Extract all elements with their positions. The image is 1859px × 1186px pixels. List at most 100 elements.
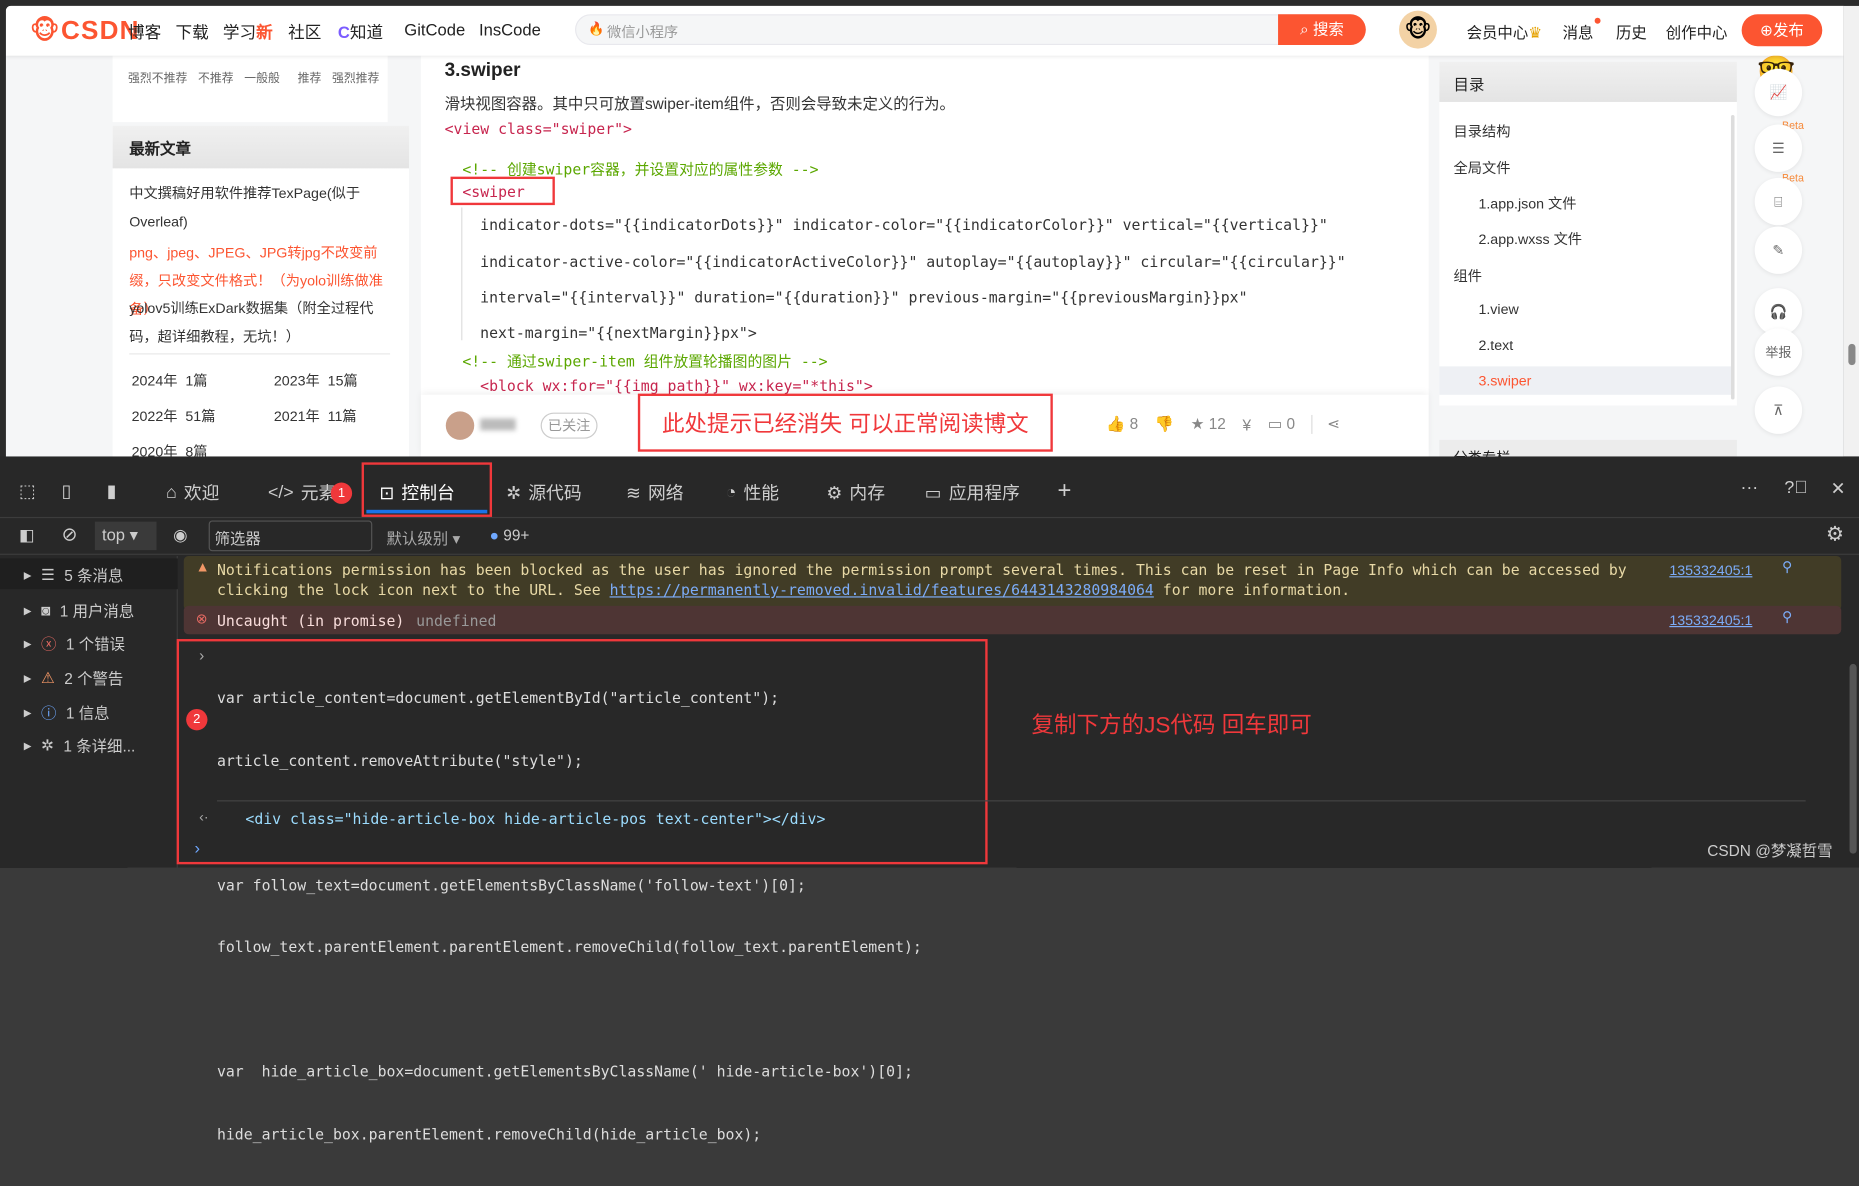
nav-blog[interactable]: 博客: [128, 20, 161, 44]
error-icon: ⓧ: [40, 635, 57, 654]
tab-application[interactable]: ▭ 应用程序: [925, 480, 1020, 505]
recent-article-link[interactable]: yolov5训练ExDark数据集（附全过程代码，超详细教程，无坑！）: [129, 294, 396, 351]
clear-console-icon[interactable]: ⊘: [62, 523, 78, 547]
source-link[interactable]: 135332405:1: [1669, 612, 1752, 629]
dock-icon[interactable]: ▮: [107, 480, 117, 501]
tab-welcome[interactable]: ⌂ 欢迎: [166, 480, 219, 505]
search-box[interactable]: 🔥 微信小程序 ⌕ 搜索: [575, 14, 1366, 46]
rating-option[interactable]: 不推荐: [198, 68, 234, 85]
warning-link[interactable]: https://permanently-removed.invalid/feat…: [610, 581, 1154, 599]
sidebar-info[interactable]: ▸ ⓘ 1 信息: [24, 701, 110, 724]
archive-link[interactable]: 2023年 15篇: [274, 370, 358, 390]
toc-item[interactable]: 目录结构: [1454, 121, 1511, 141]
page-scrollbar[interactable]: [1843, 5, 1859, 457]
tab-elements[interactable]: </> 元素: [268, 480, 336, 505]
nav-learn[interactable]: 学习新: [223, 20, 273, 44]
nav-gitcode[interactable]: GitCode: [404, 20, 465, 39]
nav-messages[interactable]: 消息: [1563, 20, 1594, 43]
favorite-button[interactable]: ★ 12: [1191, 415, 1226, 434]
rating-option[interactable]: 强烈推荐: [332, 68, 379, 85]
context-select[interactable]: top ▾: [94, 521, 157, 551]
dislike-icon[interactable]: 👎: [1155, 415, 1174, 434]
add-tab-icon[interactable]: +: [1058, 478, 1072, 505]
search-icon[interactable]: ⚲: [1782, 608, 1792, 625]
nav-zhidao[interactable]: C知道: [338, 20, 383, 44]
reward-icon[interactable]: ¥: [1242, 416, 1251, 434]
archive-link[interactable]: 2020年 8篇: [132, 441, 208, 456]
nav-download[interactable]: 下载: [175, 20, 208, 44]
more-icon[interactable]: ···: [1740, 478, 1758, 498]
rating-option[interactable]: 强烈不推荐: [128, 68, 187, 85]
nav-label: 会员中心: [1466, 23, 1529, 42]
toc-scrollbar[interactable]: [1730, 115, 1735, 400]
code-line: <view class="swiper">: [444, 119, 632, 138]
sidebar-errors[interactable]: ▸ ⓧ 1 个错误: [24, 632, 125, 655]
device-icon[interactable]: ▯: [62, 480, 72, 501]
tab-sources[interactable]: ✲ 源代码: [506, 480, 581, 505]
author-avatar[interactable]: [445, 411, 475, 440]
toc-item[interactable]: 组件: [1454, 266, 1482, 286]
toc-item[interactable]: 全局文件: [1454, 158, 1511, 178]
archive-link[interactable]: 2021年 11篇: [274, 405, 357, 425]
sidebar-all-messages[interactable]: ▸ ☰ 5 条消息: [24, 563, 124, 586]
eye-icon[interactable]: ◉: [173, 525, 187, 545]
tab-performance[interactable]: ◔ 性能: [726, 480, 779, 505]
recent-article-link[interactable]: 中文撰稿好用软件推荐TexPage(似于Overleaf): [129, 179, 390, 236]
tab-memory[interactable]: ⚙ 内存: [826, 480, 885, 505]
rating-option[interactable]: 推荐: [298, 68, 322, 85]
nav-community[interactable]: 社区: [288, 20, 321, 44]
archive-link[interactable]: 2024年 1篇: [132, 370, 208, 390]
publish-button[interactable]: ⊕发布: [1741, 14, 1823, 47]
csdn-header: 🐵CSDN 博客 下载 学习新 社区 C知道 GitCode InsCode 🔥…: [5, 5, 1844, 56]
toc-item[interactable]: 2.app.wxss 文件: [1478, 229, 1582, 249]
inspect-icon[interactable]: ⬚: [19, 480, 36, 501]
console-prompt[interactable]: ›: [194, 838, 200, 857]
sidebar-toggle-icon[interactable]: ◧: [19, 525, 35, 545]
rating-option[interactable]: 一般般: [244, 68, 280, 85]
toc-item[interactable]: 1.view: [1478, 301, 1518, 318]
search-icon[interactable]: ⚲: [1782, 558, 1792, 575]
console-sidebar: ▸ ☰ 5 条消息 ▸ ◙ 1 用户消息 ▸ ⓧ 1 个错误 ▸ ⚠ 2 个警告 ▸ ⓘ 1 信息 …: [0, 556, 178, 868]
rating-card: 强烈不推荐 不推荐 一般般 推荐 强烈推荐: [112, 55, 388, 123]
chart-icon: 📈: [1769, 84, 1788, 101]
toc-item[interactable]: 1.app.json 文件: [1478, 193, 1576, 213]
nav-vip[interactable]: 会员中心♛: [1467, 20, 1542, 43]
nav-creator[interactable]: 创作中心: [1666, 20, 1728, 43]
code-button[interactable]: ⌸: [1754, 177, 1803, 226]
sidebar-user-messages[interactable]: ▸ ◙ 1 用户消息: [24, 599, 135, 622]
tab-network[interactable]: ≋ 网络: [626, 480, 684, 505]
toc-item[interactable]: 2.text: [1478, 337, 1513, 354]
comment-button[interactable]: ▭ 0: [1268, 415, 1295, 434]
sidebar-warnings[interactable]: ▸ ⚠ 2 个警告: [24, 666, 124, 689]
user-icon: ◙: [40, 601, 51, 619]
archive-link[interactable]: 2022年 51篇: [132, 405, 216, 425]
report-button[interactable]: 举报: [1754, 328, 1803, 376]
console-scrollbar[interactable]: [1849, 663, 1857, 854]
count-value: 99+: [503, 526, 530, 545]
warning-text: Notifications permission has been blocke…: [217, 560, 1640, 600]
source-link[interactable]: 135332405:1: [1669, 562, 1752, 579]
sidebar-verbose[interactable]: ▸ ✲ 1 条详细...: [24, 734, 136, 757]
search-button[interactable]: ⌕ 搜索: [1278, 14, 1366, 46]
filter-input[interactable]: 筛选器: [208, 520, 373, 552]
like-button[interactable]: 👍 8: [1106, 415, 1138, 434]
filter-placeholder: 筛选器: [214, 529, 261, 548]
list-button[interactable]: ☰: [1754, 124, 1803, 172]
user-avatar[interactable]: 🐵: [1399, 10, 1437, 49]
trend-button[interactable]: 📈: [1754, 68, 1803, 117]
close-icon[interactable]: ✕: [1831, 478, 1846, 499]
back-to-top-button[interactable]: ⊼: [1754, 386, 1803, 434]
section-description: 滑块视图容器。其中只可放置swiper-item组件，否则会导致未定义的行为。: [444, 94, 955, 113]
follow-button[interactable]: 已关注: [540, 412, 598, 439]
help-icon[interactable]: ?⃝: [1784, 478, 1807, 498]
settings-gear-icon[interactable]: ⚙: [1826, 523, 1844, 547]
level-select[interactable]: 默认级别 ▾: [387, 526, 461, 549]
scrollbar-thumb[interactable]: [1848, 343, 1856, 366]
toc-active-row[interactable]: 3.swiper: [1439, 366, 1731, 395]
nav-history[interactable]: 历史: [1616, 20, 1647, 43]
share-icon[interactable]: ⋖: [1311, 414, 1340, 434]
csdn-logo[interactable]: 🐵CSDN: [30, 15, 140, 46]
nav-inscode[interactable]: InsCode: [479, 20, 541, 39]
search-placeholder: 微信小程序: [607, 23, 679, 41]
edit-button[interactable]: ✎: [1754, 226, 1803, 274]
